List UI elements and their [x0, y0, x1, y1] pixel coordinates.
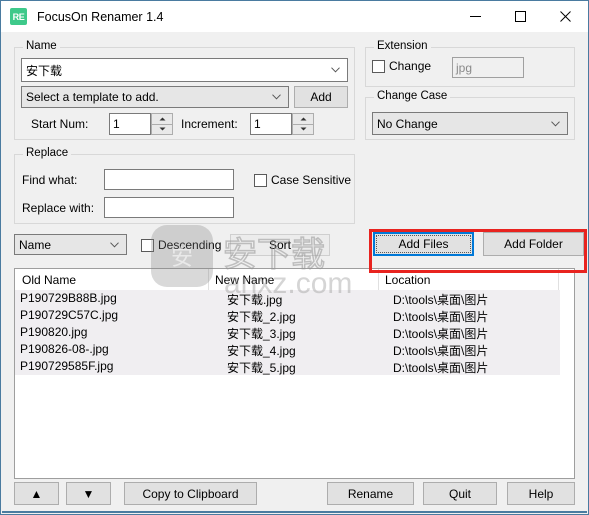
cell-new-name: 安下载_5.jpg: [227, 361, 296, 375]
increment-label: Increment:: [181, 117, 238, 131]
cell-location: D:\tools\桌面\图片: [393, 327, 489, 341]
column-header-location[interactable]: Location: [385, 273, 430, 287]
find-what-label: Find what:: [22, 173, 78, 187]
cell-new-name: 安下载_2.jpg: [227, 310, 296, 324]
template-select[interactable]: Select a template to add.: [21, 86, 289, 108]
arrow-down-icon: [300, 127, 306, 131]
client-area: Name 安下载 Select a template to add. Add S…: [2, 32, 587, 513]
sort-field-value: Name: [19, 237, 52, 252]
application-window: RE FocusOn Renamer 1.4 Name 安下载 Select a…: [0, 0, 589, 515]
close-button[interactable]: [543, 1, 588, 32]
extension-group-title: Extension: [374, 40, 431, 52]
name-input[interactable]: 安下载: [21, 58, 348, 82]
start-num-increase-button[interactable]: [151, 113, 173, 125]
help-button[interactable]: Help: [507, 482, 575, 505]
arrow-up-icon: [300, 117, 306, 121]
checkbox-box-icon: [372, 59, 385, 73]
cell-new-name: 安下载_4.jpg: [227, 344, 296, 358]
file-list-header: Old Name New Name Location: [15, 269, 574, 291]
table-row[interactable]: P190729B88B.jpg 安下载.jpg D:\tools\桌面\图片: [15, 290, 560, 307]
start-num-input[interactable]: 1: [109, 113, 151, 135]
add-files-button[interactable]: Add Files: [373, 232, 474, 256]
table-row[interactable]: P190729585F.jpg 安下载_5.jpg D:\tools\桌面\图片: [15, 358, 560, 375]
start-num-label: Start Num:: [31, 117, 89, 131]
column-divider[interactable]: [208, 269, 209, 290]
table-row[interactable]: P190729C57C.jpg 安下载_2.jpg D:\tools\桌面\图片: [15, 307, 560, 324]
table-row[interactable]: P190820.jpg 安下载_3.jpg D:\tools\桌面\图片: [15, 324, 560, 341]
name-input-value: 安下载: [26, 63, 63, 78]
change-case-value: No Change: [377, 116, 438, 131]
checkbox-box-icon: [254, 173, 267, 187]
chevron-down-icon: [331, 67, 340, 73]
quit-button[interactable]: Quit: [423, 482, 497, 505]
window-title: FocusOn Renamer 1.4: [37, 9, 164, 24]
move-down-button[interactable]: ▼: [66, 482, 111, 505]
maximize-icon: [515, 11, 526, 22]
window-bottom-accent: [2, 511, 587, 513]
descending-checkbox[interactable]: Descending: [141, 238, 221, 252]
table-row[interactable]: P190826-08-.jpg 安下载_4.jpg D:\tools\桌面\图片: [15, 341, 560, 358]
minimize-icon: [470, 16, 481, 17]
template-select-value: Select a template to add.: [26, 90, 159, 104]
cell-old-name: P190729585F.jpg: [20, 359, 114, 373]
case-sensitive-label: Case Sensitive: [271, 173, 352, 187]
app-logo-icon: RE: [10, 8, 27, 25]
extension-change-checkbox[interactable]: Change: [372, 59, 431, 73]
cell-new-name: 安下载_3.jpg: [227, 327, 296, 341]
file-list-body: P190729B88B.jpg 安下载.jpg D:\tools\桌面\图片 P190…: [15, 290, 560, 375]
add-folder-button[interactable]: Add Folder: [483, 232, 584, 256]
cell-new-name: 安下载.jpg: [227, 293, 283, 307]
sort-field-select[interactable]: Name: [14, 234, 127, 255]
increment-stepper[interactable]: [292, 113, 314, 135]
name-group-title: Name: [23, 40, 60, 52]
cell-old-name: P190820.jpg: [20, 325, 88, 339]
replace-with-input[interactable]: [104, 197, 234, 218]
change-case-select[interactable]: No Change: [372, 112, 568, 135]
file-list[interactable]: Old Name New Name Location P190729B88B.j…: [14, 268, 575, 479]
cell-location: D:\tools\桌面\图片: [393, 293, 489, 307]
chevron-down-icon: [110, 241, 119, 248]
copy-to-clipboard-button[interactable]: Copy to Clipboard: [124, 482, 257, 505]
maximize-button[interactable]: [498, 1, 543, 32]
cell-old-name: P190826-08-.jpg: [20, 342, 109, 356]
chevron-down-icon: [551, 120, 560, 127]
increment-input[interactable]: 1: [250, 113, 292, 135]
case-sensitive-checkbox[interactable]: Case Sensitive: [254, 173, 351, 187]
increment-increase-button[interactable]: [292, 113, 314, 125]
sort-button[interactable]: Sort: [230, 234, 330, 256]
column-header-new-name[interactable]: New Name: [215, 273, 274, 287]
window-controls: [453, 1, 588, 32]
arrow-up-icon: [159, 117, 165, 121]
change-case-group-title: Change Case: [374, 90, 451, 102]
extension-change-label: Change: [389, 59, 432, 73]
cell-location: D:\tools\桌面\图片: [393, 344, 489, 358]
cell-old-name: P190729C57C.jpg: [20, 308, 119, 322]
descending-label: Descending: [158, 238, 222, 252]
replace-group-title: Replace: [23, 147, 72, 159]
column-divider[interactable]: [378, 269, 379, 290]
close-icon: [560, 11, 571, 22]
chevron-down-icon: [272, 94, 281, 100]
cell-old-name: P190729B88B.jpg: [20, 291, 117, 305]
add-template-button[interactable]: Add: [294, 86, 348, 108]
find-what-input[interactable]: [104, 169, 234, 190]
title-bar: RE FocusOn Renamer 1.4: [1, 1, 588, 32]
column-header-old-name[interactable]: Old Name: [22, 273, 76, 287]
checkbox-box-icon: [141, 238, 154, 252]
cell-location: D:\tools\桌面\图片: [393, 310, 489, 324]
increment-decrease-button[interactable]: [292, 124, 314, 135]
move-up-button[interactable]: ▲: [14, 482, 59, 505]
focus-indicator: [376, 235, 471, 253]
rename-button[interactable]: Rename: [327, 482, 414, 505]
column-divider[interactable]: [558, 269, 559, 290]
start-num-decrease-button[interactable]: [151, 124, 173, 135]
extension-input[interactable]: jpg: [452, 57, 524, 78]
minimize-button[interactable]: [453, 1, 498, 32]
cell-location: D:\tools\桌面\图片: [393, 361, 489, 375]
replace-with-label: Replace with:: [22, 201, 95, 215]
arrow-down-icon: [159, 127, 165, 131]
start-num-stepper[interactable]: [151, 113, 173, 135]
